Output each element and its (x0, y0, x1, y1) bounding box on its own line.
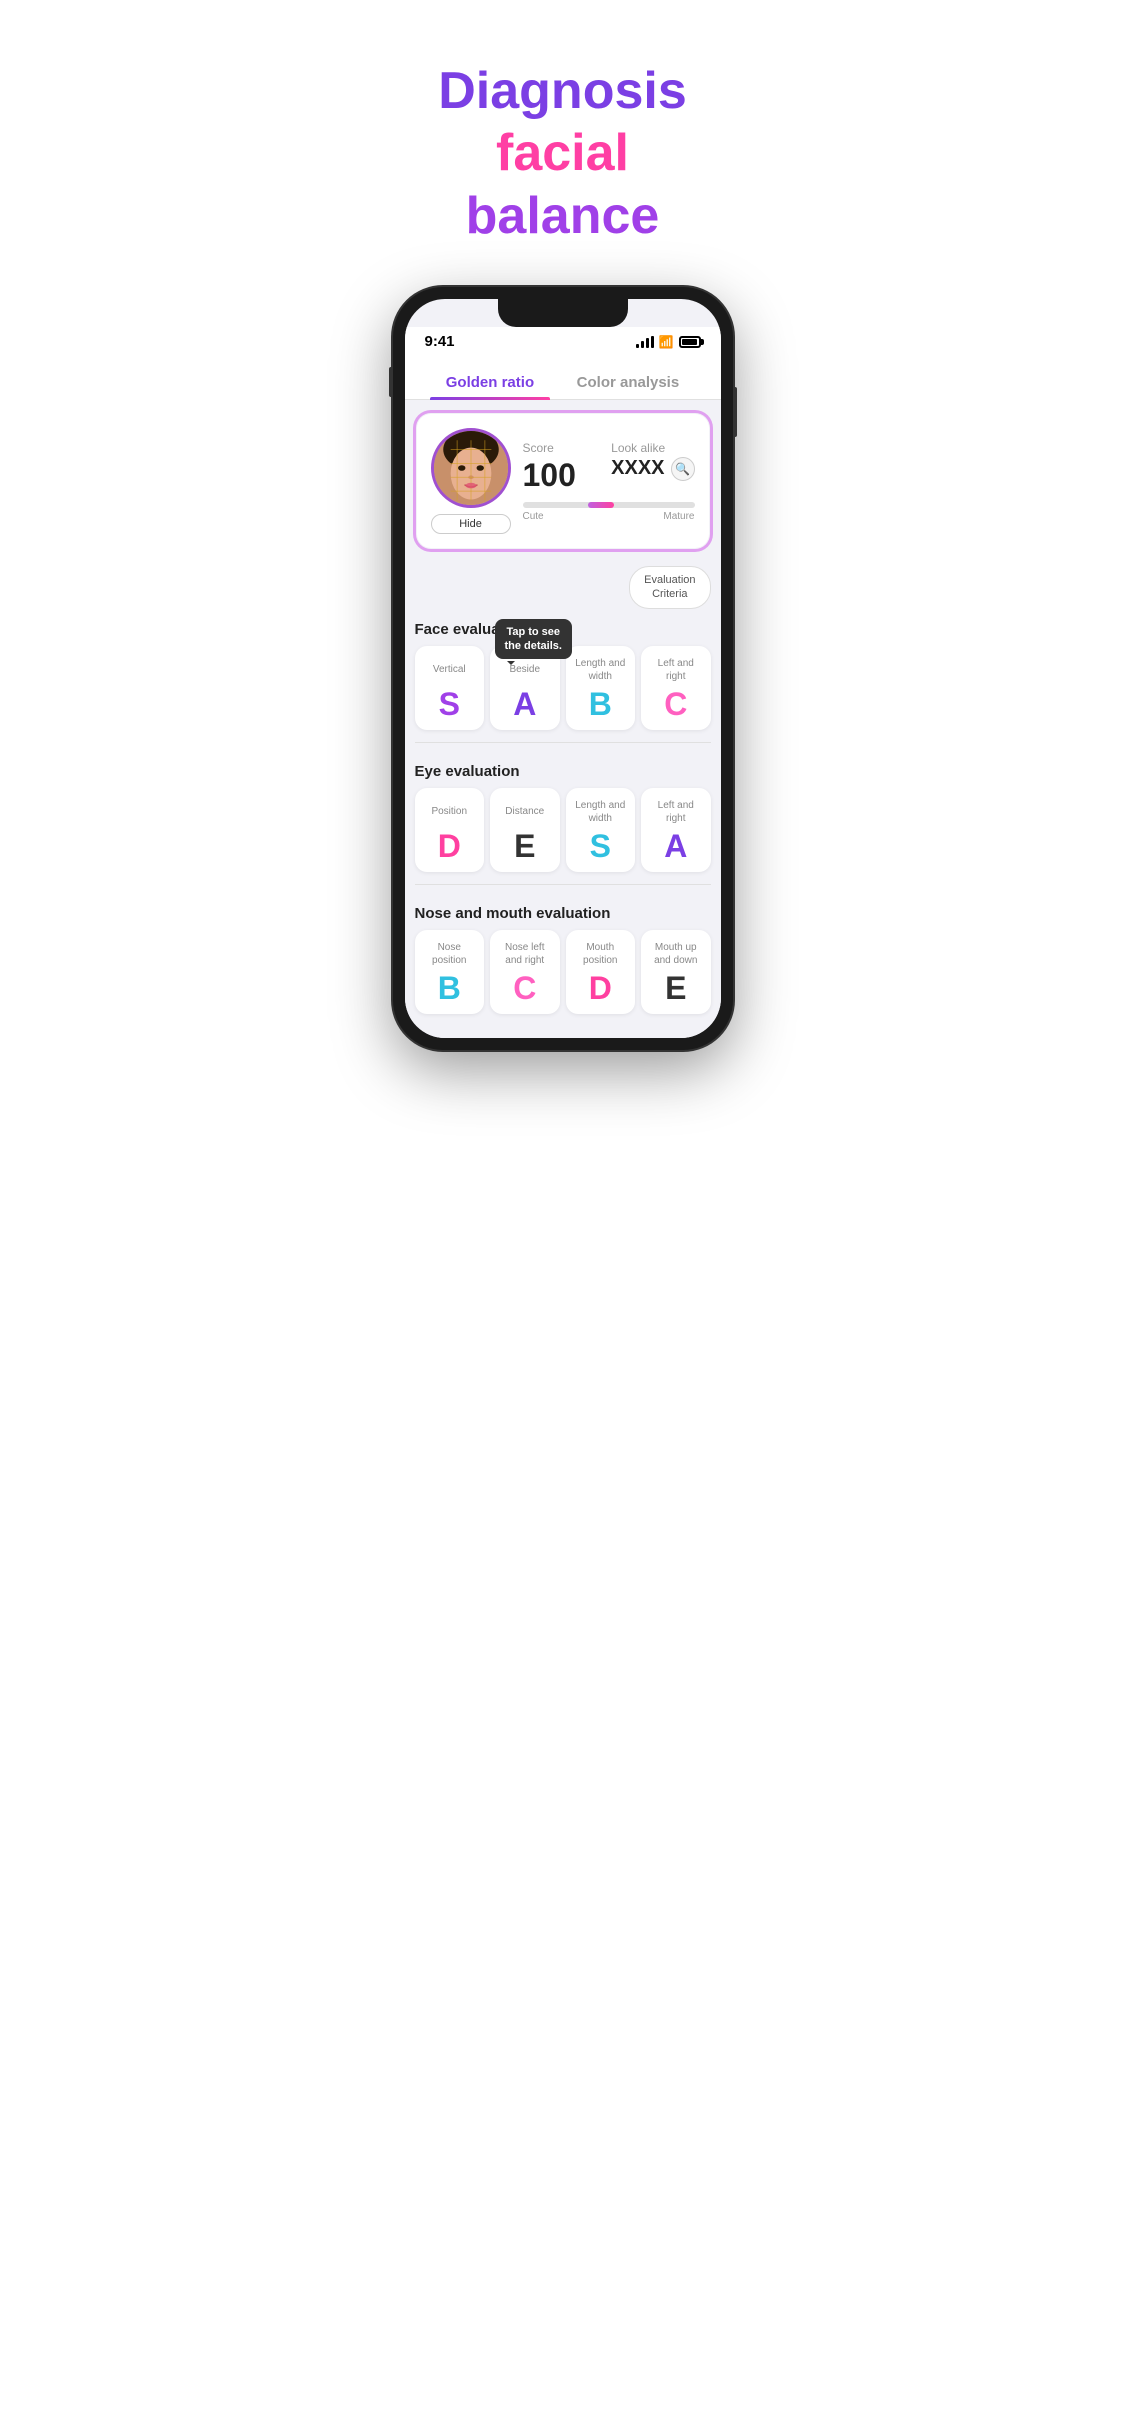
tooltip-bubble: Tap to seethe details. (495, 619, 572, 660)
nose-position-label: Nose position (421, 940, 479, 968)
face-image (434, 431, 508, 505)
score-label: Score (523, 441, 592, 455)
eye-length-width-label: Length and width (572, 798, 630, 826)
score-value: 100 (523, 457, 592, 494)
nose-position-card[interactable]: Nose position B (415, 930, 485, 1014)
avatar (431, 428, 511, 508)
face-beside-label: Beside (496, 656, 554, 684)
score-column: Score 100 (523, 441, 592, 494)
eye-eval-title: Eye evaluation (415, 763, 711, 780)
hide-button[interactable]: Hide (431, 514, 511, 534)
bottom-padding (405, 1018, 721, 1038)
phone-notch (498, 299, 628, 327)
face-eval-section: Face evaluation Tap to seethe details. V… (405, 609, 721, 734)
face-eval-title: Face evaluation Tap to seethe details. (415, 621, 711, 638)
mouth-up-down-grade: E (647, 972, 705, 1004)
cute-mature-bar (523, 502, 695, 508)
nose-mouth-eval-section: Nose and mouth evaluation Nose position … (405, 893, 721, 1018)
eye-position-grade: D (421, 830, 479, 862)
page-wrapper: Diagnosis facial balance 9:41 (375, 0, 750, 1090)
eval-criteria-container: EvaluationCriteria (405, 562, 721, 609)
progress-fill (588, 502, 614, 508)
score-row: Score 100 Look alike XXXX 🔍 (523, 441, 695, 494)
eye-distance-label: Distance (496, 798, 554, 826)
progress-labels: Cute Mature (523, 511, 695, 522)
divider-1 (415, 742, 711, 743)
eye-left-right-grade: A (647, 830, 705, 862)
face-left-right-grade: C (647, 688, 705, 720)
eye-left-right-label: Left and right (647, 798, 705, 826)
mouth-up-down-label: Mouth up and down (647, 940, 705, 968)
look-alike-row: XXXX 🔍 (611, 457, 694, 481)
mouth-position-grade: D (572, 972, 630, 1004)
eye-eval-grid: Position D Distance E Length and width S (415, 788, 711, 872)
nose-mouth-eval-grid: Nose position B Nose left and right C Mo… (415, 930, 711, 1014)
look-alike-label: Look alike (611, 441, 694, 455)
score-card: Hide Score 100 Look alike (415, 412, 711, 550)
eye-left-right-card[interactable]: Left and right A (641, 788, 711, 872)
nose-position-grade: B (421, 972, 479, 1004)
phone-frame-wrapper: 9:41 📶 (375, 287, 750, 1050)
look-alike-column: Look alike XXXX 🔍 (611, 441, 694, 494)
avatar-container: Hide (431, 428, 511, 534)
status-time: 9:41 (425, 333, 455, 350)
mouth-up-down-card[interactable]: Mouth up and down E (641, 930, 711, 1014)
phone-screen: 9:41 📶 (405, 299, 721, 1038)
eye-position-card[interactable]: Position D (415, 788, 485, 872)
eye-length-width-grade: S (572, 830, 630, 862)
hero-title: Diagnosis facial balance (375, 0, 750, 287)
face-beside-grade: A (496, 688, 554, 720)
face-left-right-label: Left and right (647, 656, 705, 684)
eye-distance-grade: E (496, 830, 554, 862)
look-alike-value: XXXX (611, 457, 664, 480)
status-icons: 📶 (636, 335, 701, 349)
hero-word-balance: balance (466, 187, 660, 245)
app-content: Golden ratio Color analysis (405, 354, 721, 1038)
status-bar: 9:41 📶 (405, 327, 721, 354)
signal-icon (636, 336, 654, 348)
nose-mouth-eval-title: Nose and mouth evaluation (415, 905, 711, 922)
battery-icon (679, 336, 701, 348)
nose-left-right-label: Nose left and right (496, 940, 554, 968)
progress-container: Cute Mature (523, 502, 695, 522)
tab-golden-ratio[interactable]: Golden ratio (430, 366, 550, 399)
eye-length-width-card[interactable]: Length and width S (566, 788, 636, 872)
face-left-right-card[interactable]: Left and right C (641, 646, 711, 730)
face-length-width-label: Length and width (572, 656, 630, 684)
eval-criteria-button[interactable]: EvaluationCriteria (629, 566, 710, 609)
face-length-width-grade: B (572, 688, 630, 720)
cute-label: Cute (523, 511, 544, 522)
hero-word-facial: facial (496, 124, 629, 182)
face-vertical-card[interactable]: Vertical S (415, 646, 485, 730)
face-vertical-grade: S (421, 688, 479, 720)
face-vertical-label: Vertical (421, 656, 479, 684)
mature-label: Mature (663, 511, 694, 522)
eye-eval-section: Eye evaluation Position D Distance E (405, 751, 721, 876)
eye-distance-card[interactable]: Distance E (490, 788, 560, 872)
tab-color-analysis[interactable]: Color analysis (561, 366, 696, 399)
mouth-position-card[interactable]: Mouth position D (566, 930, 636, 1014)
tab-bar: Golden ratio Color analysis (405, 354, 721, 400)
divider-2 (415, 884, 711, 885)
search-button[interactable]: 🔍 (671, 457, 695, 481)
hero-word-diagnosis: Diagnosis (438, 62, 687, 120)
eye-position-label: Position (421, 798, 479, 826)
score-info: Score 100 Look alike XXXX 🔍 (523, 441, 695, 522)
wifi-icon: 📶 (659, 335, 674, 349)
nose-left-right-grade: C (496, 972, 554, 1004)
phone-frame: 9:41 📶 (393, 287, 733, 1050)
face-length-width-card[interactable]: Length and width B (566, 646, 636, 730)
mouth-position-label: Mouth position (572, 940, 630, 968)
nose-left-right-card[interactable]: Nose left and right C (490, 930, 560, 1014)
